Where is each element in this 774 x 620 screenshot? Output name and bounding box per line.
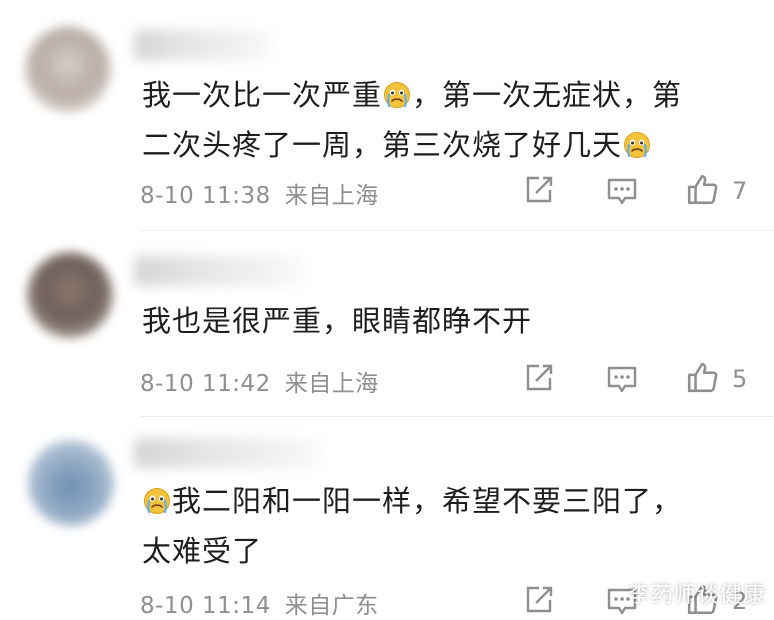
comment-text-line: 我二阳和一阳一样，希望不要三阳了， [142,476,752,526]
comment-time: 8-10 11:38 [140,183,271,209]
avatar[interactable] [27,252,113,338]
avatar[interactable] [28,440,114,526]
comment-text-line: 二次头疼了一周，第三次烧了好几天 [142,120,752,170]
like-count: 7 [732,177,748,205]
comment-location: 来自上海 [284,183,379,209]
comment-meta: 8-10 11:38 来自上海 [140,176,379,210]
comment-text: 我也是很严重，眼睛都睁不开 [142,296,752,346]
thumbs-up-icon[interactable] [686,360,720,394]
comment-text-segment: 太难受了 [142,534,263,568]
divider [140,230,774,231]
crying-face-emoji [624,132,651,158]
comment-text-line: 我也是很严重，眼睛都睁不开 [142,296,752,346]
comment-icon[interactable] [606,363,638,395]
comment-text-segment: 二次头疼了一周，第三次烧了好几天 [142,128,623,162]
share-icon[interactable] [523,362,555,394]
comment-text-segment: 我一次比一次严重 [142,78,383,112]
comment-text: 我一次比一次严重 ，第一次无症状，第二次头疼了一周，第三次烧了好几天 [142,70,752,170]
crying-face-emoji [144,488,170,514]
comment-text: 我二阳和一阳一样，希望不要三阳了， 太难受了 [142,476,752,576]
share-icon[interactable] [523,584,555,616]
comment-time: 8-10 11:42 [140,371,271,397]
avatar[interactable] [25,26,111,112]
share-icon[interactable] [523,174,555,206]
comment-item: 我也是很严重，眼睛都睁不开 8-10 11:42 来自上海 5 [0,232,774,418]
crying-face-emoji [384,82,411,108]
username-blurred[interactable] [134,256,304,286]
divider [140,416,774,417]
thumbs-up-icon[interactable] [686,172,720,206]
comment-text-line: 太难受了 [142,526,752,576]
username-blurred[interactable] [134,30,274,60]
comment-text-segment: 我二阳和一阳一样，希望不要三阳了， [172,484,683,518]
like-count: 5 [732,365,748,393]
comment-item: 我一次比一次严重 ，第一次无症状，第二次头疼了一周，第三次烧了好几天 8-10 1… [0,0,774,232]
comment-text-segment: 我也是很严重，眼睛都睁不开 [142,304,533,338]
comment-text-line: 我一次比一次严重 ，第一次无症状，第 [142,70,752,120]
comment-location: 来自广东 [284,593,379,619]
comment-location: 来自上海 [284,371,379,397]
watermark: 李药师谈健康 [627,583,766,608]
comment-meta: 8-10 11:14 来自广东 [140,586,379,620]
comment-text-segment: ，第一次无症状，第 [412,78,683,112]
comment-time: 8-10 11:14 [140,593,271,619]
username-blurred[interactable] [134,438,324,468]
comment-meta: 8-10 11:42 来自上海 [140,364,379,398]
comment-icon[interactable] [606,175,638,207]
